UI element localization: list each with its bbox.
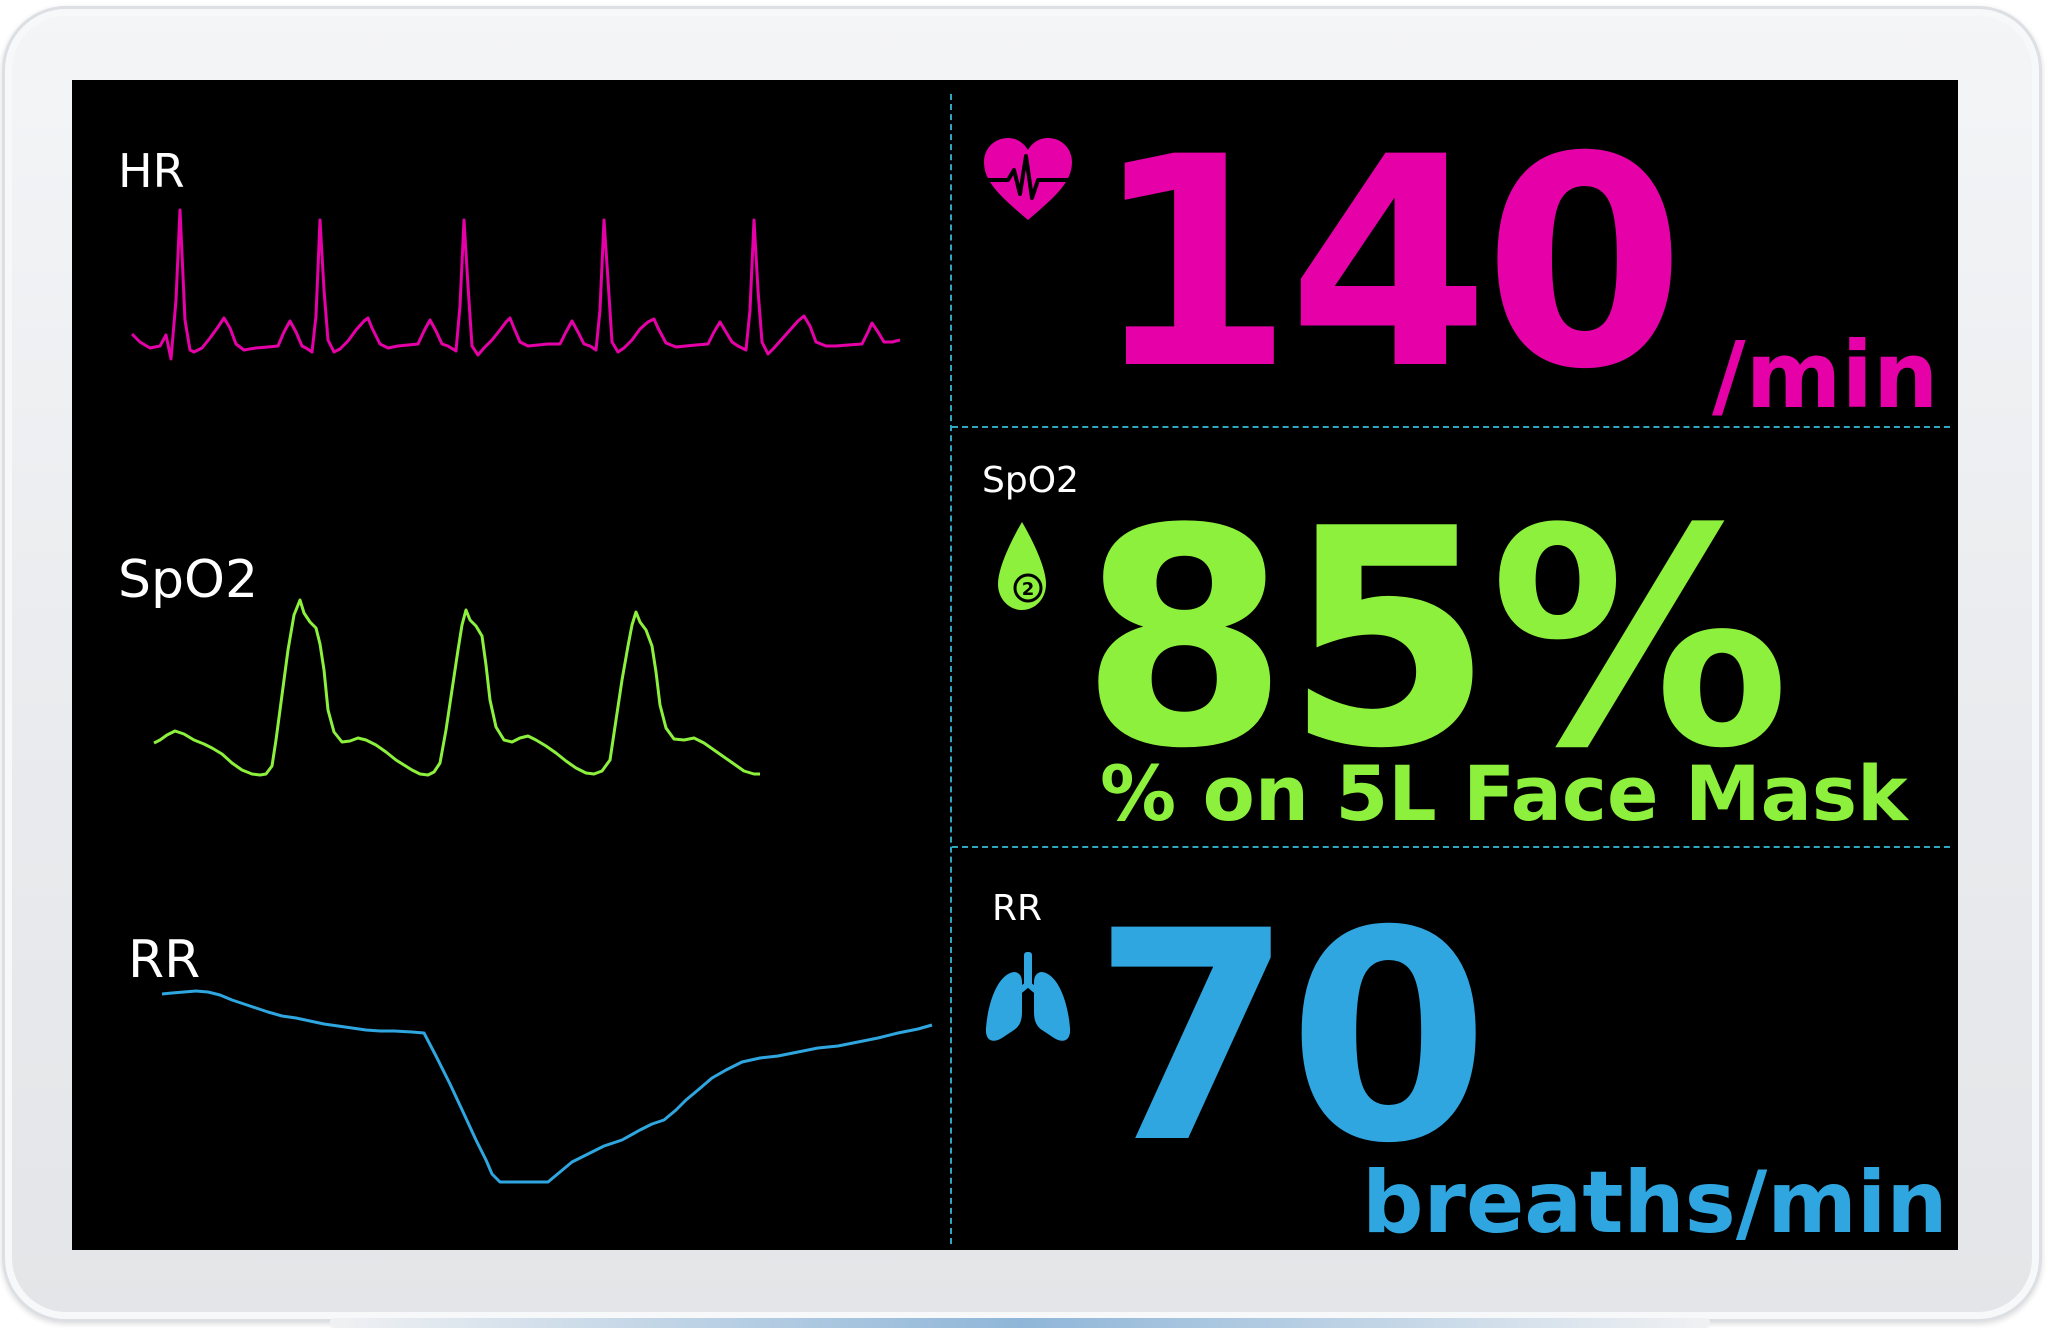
- lungs-icon: [985, 952, 1071, 1041]
- hr-value: 140: [1092, 96, 1685, 433]
- rr-value: 70: [1092, 870, 1490, 1207]
- hr-waveform: [130, 208, 901, 361]
- monitor-base-strip: [330, 1318, 1710, 1328]
- rr-reading-label: RR: [992, 888, 1043, 929]
- vertical-divider: [950, 94, 952, 1244]
- spo2-reading-label: SpO2: [982, 460, 1079, 501]
- rr-unit: breaths/min: [1362, 1153, 1948, 1250]
- svg-text:2: 2: [1022, 579, 1035, 600]
- spo2-value: 85%: [1080, 465, 1790, 814]
- rr-waveform: [161, 989, 933, 1184]
- heart-ecg-icon: [984, 138, 1072, 220]
- spo2-note: % on 5L Face Mask: [1100, 749, 1908, 838]
- oxygen-drop-icon: 2: [998, 522, 1046, 610]
- waveform-area: [130, 208, 933, 1184]
- monitor-screen: HR SpO2 RR 140 /min SpO2 2 85% % on 5L F…: [72, 80, 1958, 1250]
- spo2-rr-divider: [952, 846, 1950, 848]
- hr-unit: /min: [1712, 322, 1939, 429]
- spo2-waveform: [153, 598, 760, 777]
